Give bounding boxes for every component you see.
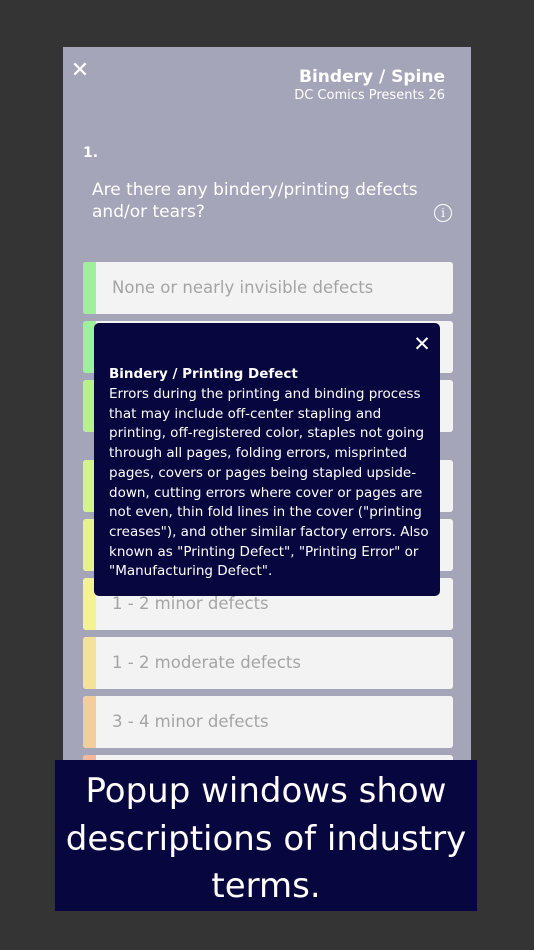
option-label: None or nearly invisible defects xyxy=(112,278,374,297)
close-icon[interactable]: ✕ xyxy=(69,60,91,82)
question-text: Are there any bindery/printing defects a… xyxy=(92,180,418,222)
page-title: Bindery / Spine xyxy=(299,67,445,87)
close-icon[interactable]: ✕ xyxy=(412,334,432,355)
option-label: 3 - 4 minor defects xyxy=(112,712,269,731)
option-color-stripe xyxy=(83,696,96,748)
option-item[interactable]: 1 - 2 moderate defects xyxy=(83,637,453,689)
definition-popup: ✕ Bindery / Printing Defect Errors durin… xyxy=(94,323,440,596)
question-number: 1. xyxy=(83,145,99,161)
option-label: 1 - 2 moderate defects xyxy=(112,653,301,672)
option-item[interactable]: None or nearly invisible defects xyxy=(83,262,453,314)
page-subtitle: DC Comics Presents 26 xyxy=(294,88,445,103)
option-color-stripe xyxy=(83,637,96,689)
promo-caption: Popup windows show descriptions of indus… xyxy=(55,760,477,911)
option-color-stripe xyxy=(83,262,96,314)
info-icon[interactable]: i xyxy=(434,204,452,222)
popup-title: Bindery / Printing Defect xyxy=(109,366,298,382)
option-item[interactable]: 3 - 4 minor defects xyxy=(83,696,453,748)
popup-body: Errors during the printing and binding p… xyxy=(109,386,429,580)
